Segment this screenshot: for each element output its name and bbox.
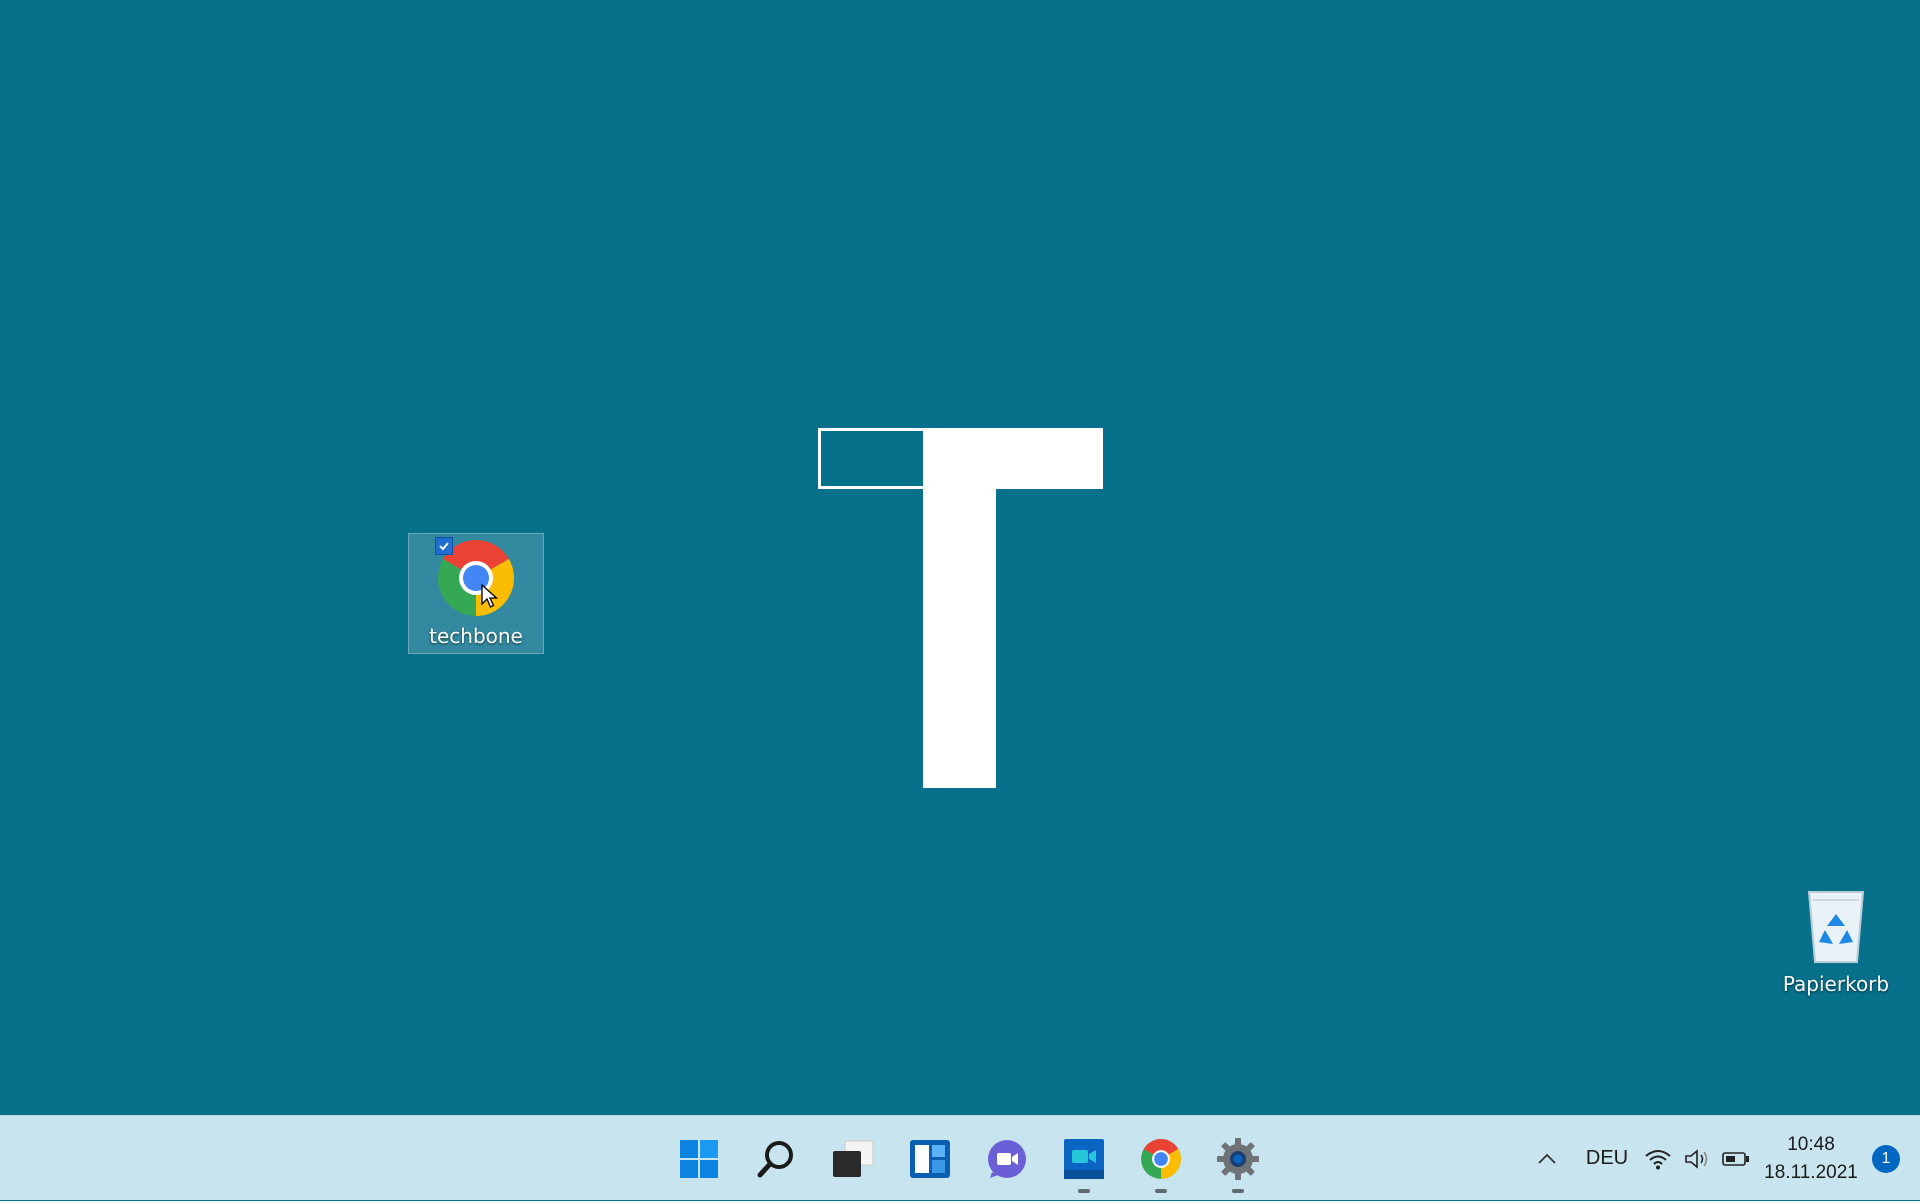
wallpaper-logo: [818, 428, 1103, 788]
taskbar-pinned-apps: [660, 1116, 1276, 1201]
notification-badge[interactable]: 1: [1872, 1144, 1900, 1173]
running-indicator: [1078, 1189, 1090, 1193]
selection-checkbox-icon[interactable]: [435, 537, 453, 555]
search-button[interactable]: [737, 1116, 814, 1201]
battery-icon: [1722, 1151, 1749, 1166]
chat-button[interactable]: [968, 1116, 1045, 1201]
logo-top-bar: [923, 428, 1103, 489]
show-hidden-icons-button[interactable]: [1522, 1116, 1572, 1201]
desktop-icon-label: techbone: [429, 624, 523, 648]
chrome-taskbar-button[interactable]: [1122, 1116, 1199, 1201]
logo-stem: [923, 486, 996, 788]
desktop-icon-techbone[interactable]: techbone: [408, 533, 544, 654]
settings-gear-icon: [1216, 1137, 1259, 1180]
mouse-cursor-icon: [481, 584, 499, 608]
teams-chat-icon: [987, 1139, 1026, 1178]
volume-icon: [1685, 1148, 1708, 1169]
settings-button[interactable]: [1199, 1116, 1276, 1201]
running-indicator: [1232, 1189, 1244, 1193]
task-view-button[interactable]: [814, 1116, 891, 1201]
search-icon: [757, 1140, 793, 1177]
input-language-indicator[interactable]: DEU: [1572, 1116, 1642, 1201]
taskbar: DEU 10:48 18.11.2021 1: [0, 1115, 1920, 1200]
desktop-icon-label: Papierkorb: [1782, 972, 1890, 996]
wifi-icon: [1645, 1149, 1671, 1169]
system-tray: DEU 10:48 18.11.2021 1: [1522, 1116, 1920, 1201]
quick-settings-button[interactable]: [1642, 1116, 1752, 1201]
logo-outline-block: [818, 428, 926, 489]
clock-date: 18.11.2021: [1764, 1161, 1858, 1183]
task-view-icon: [832, 1140, 873, 1177]
windows-start-icon: [679, 1139, 718, 1178]
chrome-icon: [1140, 1138, 1181, 1179]
video-app-button[interactable]: [1045, 1116, 1122, 1201]
chevron-up-icon: [1538, 1153, 1556, 1164]
clock[interactable]: 10:48 18.11.2021: [1752, 1131, 1870, 1187]
clock-time: 10:48: [1787, 1133, 1835, 1155]
widgets-button[interactable]: [891, 1116, 968, 1201]
recycle-bin-icon: [1807, 891, 1865, 963]
desktop-icon-recycle-bin[interactable]: Papierkorb: [1776, 886, 1896, 1006]
desktop: techbone Papierkorb: [0, 0, 1920, 1115]
video-app-icon: [1063, 1138, 1104, 1179]
widgets-icon: [909, 1139, 950, 1178]
running-indicator: [1155, 1189, 1167, 1193]
start-button[interactable]: [660, 1116, 737, 1201]
